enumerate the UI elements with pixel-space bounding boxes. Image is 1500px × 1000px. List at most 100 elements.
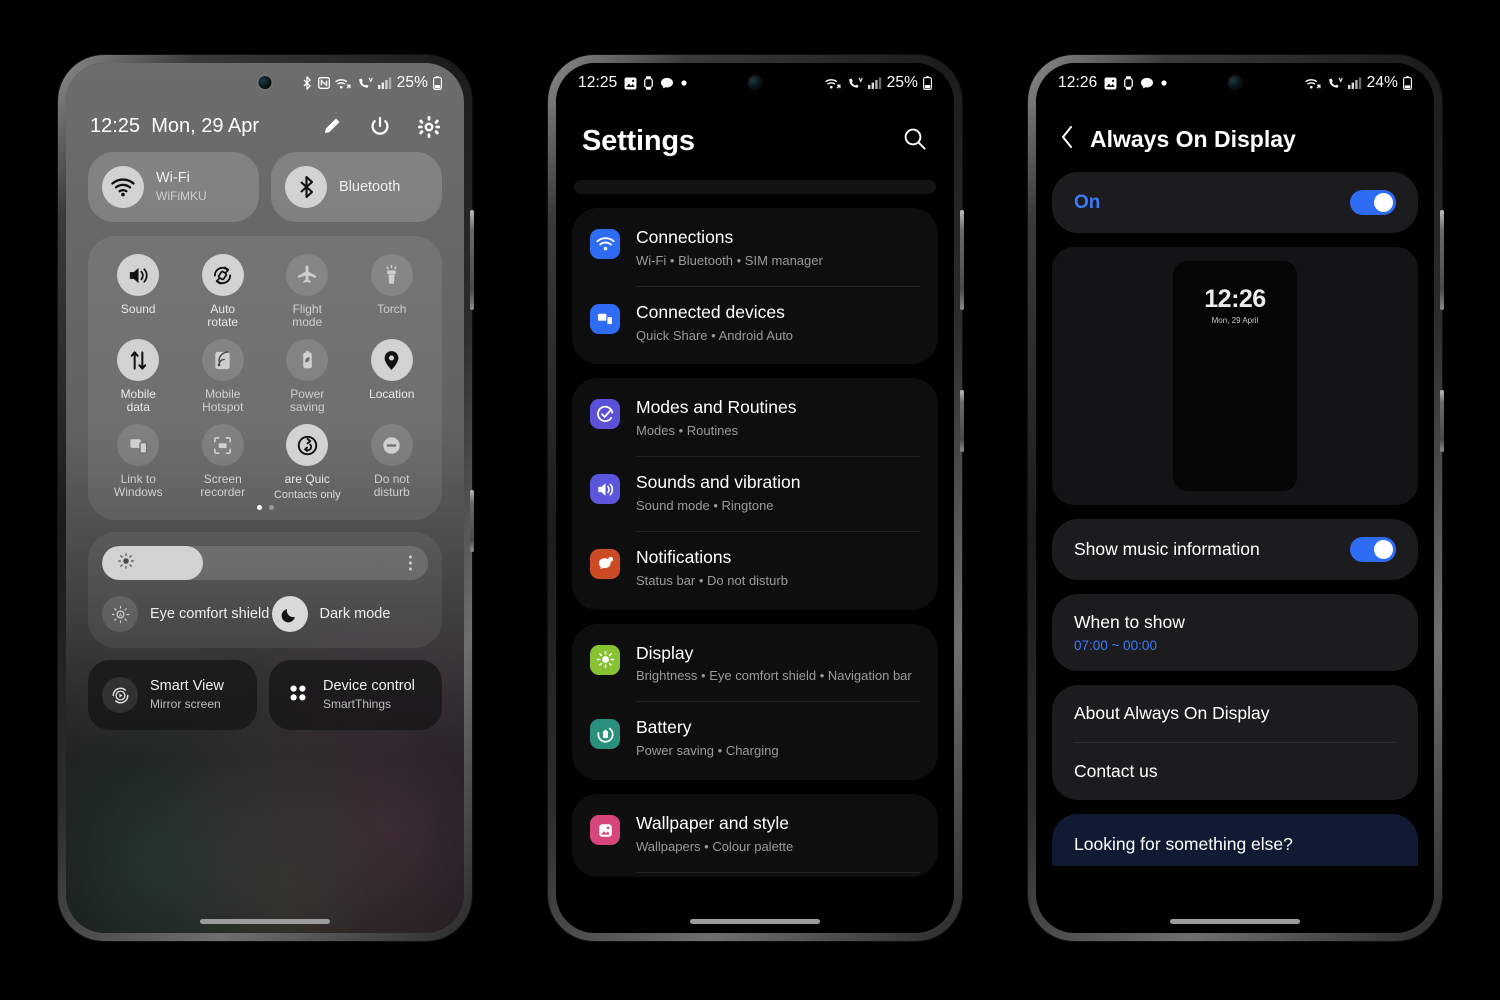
- volte-call-icon: [1327, 77, 1343, 90]
- aod-about-link[interactable]: About Always On Display: [1052, 685, 1418, 742]
- aod-links-card: About Always On Display Contact us: [1052, 685, 1418, 800]
- navigation-gesture-bar[interactable]: [690, 919, 820, 924]
- settings-item-connections[interactable]: Connections Wi-Fi • Bluetooth • SIM mana…: [572, 212, 938, 286]
- picture-icon: [590, 815, 620, 846]
- settings-screen: 12:25 25% Settings Connections Wi-Fi • B…: [556, 63, 954, 933]
- smart-view-card[interactable]: Smart View Mirror screen: [88, 660, 257, 730]
- phone2-screen: 12:25 25% Settings Connections Wi-Fi • B…: [556, 63, 954, 933]
- aod-preview-card[interactable]: 12:26 Mon, 29 April: [1052, 247, 1418, 505]
- wifi-pill[interactable]: Wi-Fi WiFiMKU: [88, 152, 259, 222]
- wifi-transfer-icon: [1304, 77, 1322, 90]
- wifi-pill-title: Wi-Fi: [156, 169, 190, 186]
- aod-master-toggle[interactable]: [1350, 190, 1396, 215]
- tile-torch[interactable]: Torch: [350, 254, 435, 333]
- chevron-left-icon[interactable]: [1060, 125, 1074, 154]
- settings-item-display[interactable]: Display Brightness • Eye comfort shield …: [572, 628, 938, 702]
- sun-icon: [590, 644, 620, 675]
- tile-label: Auto rotate: [207, 302, 239, 330]
- tile-sound[interactable]: Sound: [96, 254, 181, 333]
- brightness-slider[interactable]: [102, 546, 428, 580]
- aod-master-switch-row[interactable]: On: [1052, 172, 1418, 233]
- volte-call-icon: [847, 77, 863, 90]
- tile-quick-share[interactable]: are Quic Contacts only: [265, 424, 350, 503]
- flight-mode-icon: [286, 254, 329, 296]
- tile-location[interactable]: Location: [350, 339, 435, 418]
- power-saving-icon: [286, 339, 329, 381]
- sound-icon: [117, 254, 160, 296]
- quick-tiles-card: Sound Auto rotate Flight mode Torch Mobi…: [88, 236, 442, 520]
- settings-item-subtitle: Brightness • Eye comfort shield • Naviga…: [636, 668, 912, 684]
- settings-item-wallpaper-and-style[interactable]: Wallpaper and style Wallpapers • Colour …: [572, 798, 938, 872]
- volume-button[interactable]: [960, 210, 964, 310]
- power-icon[interactable]: [369, 116, 391, 138]
- power-button-side[interactable]: [1440, 390, 1444, 452]
- aod-show-music-information-toggle[interactable]: [1350, 537, 1396, 562]
- page-dot-2[interactable]: [268, 505, 274, 510]
- power-button-side[interactable]: [960, 390, 964, 452]
- quick-panel-clock: 12:25 Mon, 29 Apr: [90, 115, 259, 138]
- settings-item-title: Connections: [636, 227, 734, 247]
- aod-preview-mock: 12:26 Mon, 29 April: [1173, 261, 1297, 491]
- aod-preview-time: 12:26: [1204, 285, 1266, 313]
- power-button-side[interactable]: [470, 490, 474, 552]
- aod-when-to-show-row[interactable]: When to show 07:00 ~ 00:00: [1052, 594, 1418, 671]
- settings-item-battery[interactable]: Battery Power saving • Charging: [572, 702, 938, 776]
- tile-mobile-hotspot[interactable]: Mobile Hotspot: [181, 339, 266, 418]
- settings-item-title: Wallpaper and style: [636, 813, 790, 834]
- settings-item-subtitle: Sound mode • Ringtone: [636, 498, 774, 514]
- battery-icon: [1403, 76, 1412, 90]
- battery-percent-label: 25%: [396, 74, 428, 91]
- eye-comfort-shield-toggle[interactable]: A Eye comfort shield: [102, 596, 272, 632]
- aod-contact-us-link[interactable]: Contact us: [1052, 743, 1418, 800]
- gallery-icon: [624, 77, 637, 90]
- bluetooth-pill[interactable]: Bluetooth: [271, 152, 442, 222]
- bell-bubble-icon: [590, 548, 620, 579]
- wifi-transfer-icon: [334, 77, 352, 90]
- settings-header: Settings: [556, 103, 954, 158]
- clock-date: Mon, 29 Apr: [151, 115, 260, 137]
- settings-item-title: Notifications: [636, 546, 732, 567]
- page-indicator[interactable]: [96, 505, 434, 510]
- search-bar-collapsed[interactable]: [574, 180, 936, 194]
- divider: [636, 871, 920, 873]
- aod-show-music-information-label: Show music information: [1074, 539, 1260, 559]
- auto-rotate-icon: [201, 254, 244, 296]
- mobile-hotspot-icon: [201, 339, 244, 381]
- device-control-card[interactable]: Device control SmartThings: [269, 660, 442, 730]
- aod-looking-for-something-else-banner[interactable]: Looking for something else?: [1052, 814, 1418, 866]
- brightness-more-options-icon[interactable]: [409, 555, 412, 571]
- tile-link-to-windows[interactable]: Link to Windows: [96, 424, 181, 503]
- tile-screen-recorder[interactable]: Screen recorder: [181, 424, 266, 503]
- volume-button[interactable]: [1440, 210, 1444, 310]
- settings-item-modes-and-routines[interactable]: Modes and Routines Modes • Routines: [572, 382, 938, 456]
- bluetooth-icon: [285, 166, 327, 208]
- phone2-status-bar: 12:25 25%: [556, 63, 954, 103]
- settings-item-connected-devices[interactable]: Connected devices Quick Share • Android …: [572, 287, 938, 361]
- settings-item-notifications[interactable]: Notifications Status bar • Do not distur…: [572, 532, 938, 606]
- search-icon[interactable]: [902, 126, 928, 157]
- tile-label: Mobile Hotspot: [202, 387, 244, 415]
- settings-gear-icon[interactable]: [418, 115, 440, 138]
- settings-item-sounds-and-vibration[interactable]: Sounds and vibration Sound mode • Ringto…: [572, 457, 938, 531]
- navigation-gesture-bar[interactable]: [200, 919, 330, 924]
- volume-button[interactable]: [470, 210, 474, 310]
- svg-text:A: A: [118, 612, 122, 618]
- dark-mode-toggle[interactable]: Dark mode: [271, 596, 390, 632]
- tile-label: Mobile data: [120, 387, 156, 415]
- tile-do-not-disturb[interactable]: Do not disturb: [350, 424, 435, 503]
- tile-mobile-data[interactable]: Mobile data: [96, 339, 181, 418]
- tile-flight-mode[interactable]: Flight mode: [265, 254, 350, 333]
- settings-item-title: Battery: [636, 717, 692, 738]
- navigation-gesture-bar[interactable]: [1170, 919, 1300, 924]
- tile-power-saving[interactable]: Power saving: [265, 339, 350, 418]
- status-time: 12:25: [578, 74, 618, 91]
- tile-label: Location: [369, 387, 415, 401]
- settings-group-modes: Modes and Routines Modes • Routines Soun…: [572, 378, 938, 610]
- page-dot-1[interactable]: [256, 505, 262, 510]
- aod-show-music-information-row[interactable]: Show music information: [1052, 519, 1418, 580]
- edit-pencil-icon[interactable]: [321, 116, 342, 137]
- quick-share-icon: [286, 424, 329, 466]
- tile-auto-rotate[interactable]: Auto rotate: [181, 254, 266, 333]
- aod-master-switch-label: On: [1074, 191, 1101, 213]
- watch-icon: [1124, 76, 1134, 90]
